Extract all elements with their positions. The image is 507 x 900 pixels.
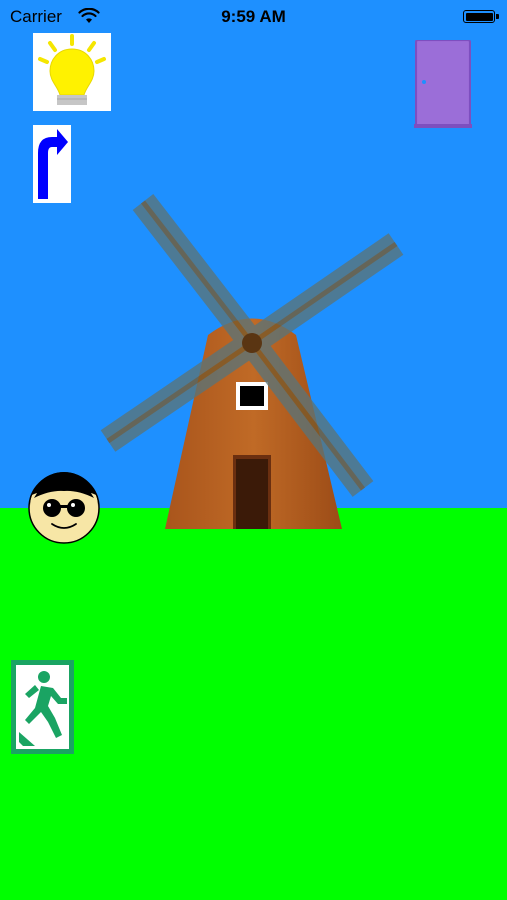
grass-ground[interactable] [0,508,507,900]
turn-arrow-icon [38,129,68,199]
door-icon [414,39,472,128]
door-button[interactable] [412,39,474,128]
turn-arrow-button[interactable] [33,125,71,203]
clock-label: 9:59 AM [221,7,286,26]
windmill[interactable] [100,190,410,535]
lightbulb-icon [38,34,106,105]
exit-button[interactable] [11,660,74,754]
windmill-hub [242,333,262,353]
exit-running-man-icon [11,660,74,754]
battery-icon [463,10,499,23]
windmill-door [236,459,268,529]
lightbulb-button[interactable] [33,33,111,111]
player-avatar[interactable] [28,472,100,544]
status-bar: Carrier 9:59 AM [0,0,507,34]
